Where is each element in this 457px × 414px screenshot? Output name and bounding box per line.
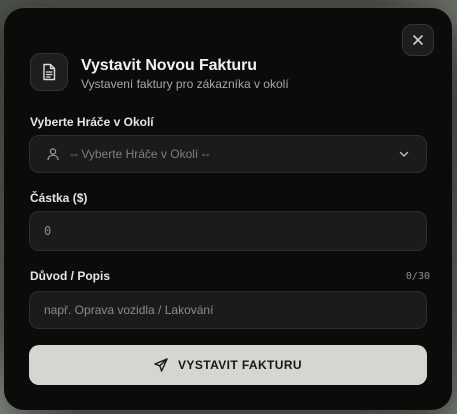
reason-input[interactable] (30, 292, 426, 328)
chevron-down-icon (399, 151, 409, 157)
document-icon (43, 63, 56, 81)
close-icon (413, 35, 423, 45)
player-select-label: Vyberte Hráče v Okolí (30, 115, 154, 129)
submit-label: VYSTAVIT FAKTURU (178, 358, 302, 372)
send-icon (154, 358, 168, 372)
header-icon-box (30, 53, 68, 91)
user-icon (47, 148, 59, 161)
modal-subtitle: Vystavení faktury pro zákazníka v okolí (81, 77, 289, 91)
amount-input[interactable] (30, 212, 426, 250)
amount-label: Částka ($) (30, 191, 88, 205)
player-select[interactable]: -- Vyberte Hráče v Okolí -- (29, 135, 427, 173)
player-select-value: -- Vyberte Hráče v Okolí -- (70, 147, 210, 161)
reason-label: Důvod / Popis (30, 269, 111, 283)
reason-field-box (29, 291, 427, 329)
amount-field-box (29, 211, 427, 251)
invoice-modal: Vystavit Novou Fakturu Vystavení faktury… (4, 8, 452, 410)
close-button[interactable] (402, 24, 434, 56)
submit-invoice-button[interactable]: VYSTAVIT FAKTURU (29, 345, 427, 385)
modal-title: Vystavit Novou Fakturu (81, 57, 257, 74)
reason-char-counter: 0/30 (405, 271, 430, 282)
